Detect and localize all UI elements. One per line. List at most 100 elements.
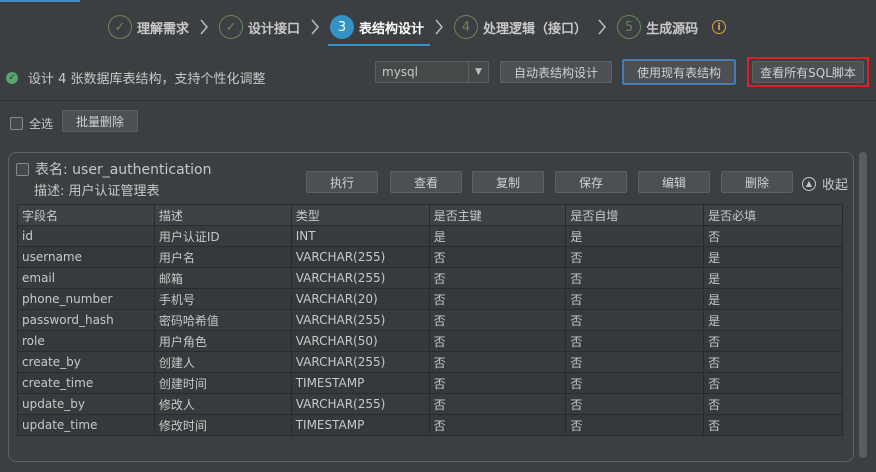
vertical-scrollbar[interactable] <box>859 152 867 458</box>
table-cell: VARCHAR(255) <box>290 309 430 331</box>
table-cell: role <box>17 330 155 352</box>
step-label: 处理逻辑（接口） <box>483 21 588 37</box>
batch-delete-button[interactable]: 批量删除 <box>62 110 138 132</box>
wizard-steps: ✓ 理解需求 ✓ 设计接口 3 表结构设计 4 处理逻辑（接口） 5 生成源码 … <box>108 12 727 46</box>
delete-button[interactable]: 删除 <box>721 171 793 193</box>
table-cell: 用户角色 <box>153 330 292 352</box>
status-row: ✓ 设计 4 张数据库表结构，支持个性化调整 <box>6 68 266 87</box>
step-label: 生成源码 <box>646 21 699 37</box>
table-cell: email <box>17 267 155 289</box>
table-cell: 否 <box>428 351 567 373</box>
table-description: 描述: 用户认证管理表 <box>34 184 160 199</box>
table-row[interactable]: email 邮箱 VARCHAR(255) 否否是 <box>17 267 843 289</box>
execute-button[interactable]: 执行 <box>306 171 378 193</box>
table-cell: 否 <box>428 372 567 394</box>
chevron-right-icon <box>587 19 617 35</box>
collapse-toggle[interactable]: ▲ 收起 <box>802 174 848 193</box>
highlight-frame <box>747 57 869 87</box>
table-cell: VARCHAR(255) <box>290 246 430 268</box>
table-cell: 创建人 <box>153 351 292 373</box>
table-cell: 否 <box>565 288 705 310</box>
table-name: 表名: user_authentication <box>35 162 212 178</box>
status-text: 设计 4 张数据库表结构，支持个性化调整 <box>28 72 266 87</box>
table-cell: create_time <box>17 372 155 394</box>
chevron-right-icon <box>300 19 330 35</box>
info-icon[interactable]: i <box>712 20 727 34</box>
table-row[interactable]: update_by 修改人 VARCHAR(255) 否否否 <box>17 393 843 415</box>
table-cell: 否 <box>703 372 843 394</box>
step-label: 设计接口 <box>248 21 301 37</box>
table-cell: update_by <box>17 393 155 415</box>
table-cell: 是 <box>703 246 843 268</box>
chevron-right-icon <box>424 19 454 35</box>
step-number-badge: 3 <box>330 15 355 39</box>
check-icon: ✓ <box>219 15 244 39</box>
table-cell: 否 <box>428 246 567 268</box>
table-row[interactable]: username 用户名 VARCHAR(255) 否否是 <box>17 246 843 268</box>
divider <box>0 100 876 101</box>
table-cell: update_time <box>17 414 155 436</box>
table-cell: 否 <box>703 225 843 247</box>
use-existing-button[interactable]: 使用现有表结构 <box>622 59 736 85</box>
step-2[interactable]: ✓ 设计接口 <box>219 12 300 42</box>
table-cell: 否 <box>565 309 705 331</box>
collapse-label: 收起 <box>822 178 849 193</box>
table-cell: 否 <box>565 267 705 289</box>
table-cell: create_by <box>17 351 155 373</box>
table-row[interactable]: phone_number 手机号 VARCHAR(20) 否否是 <box>17 288 843 310</box>
table-row[interactable]: update_time 修改时间 TIMESTAMP 否否否 <box>17 414 843 436</box>
table-row[interactable]: create_time 创建时间 TIMESTAMP 否否否 <box>17 372 843 394</box>
auto-design-button[interactable]: 自动表结构设计 <box>500 61 612 83</box>
column-header: 是否必填 <box>703 204 843 226</box>
table-cell: VARCHAR(255) <box>290 267 430 289</box>
chevron-right-icon <box>189 19 219 35</box>
table-cell: 否 <box>428 414 567 436</box>
table-cell: 创建时间 <box>153 372 292 394</box>
step-label: 表结构设计 <box>359 21 425 37</box>
table-row[interactable]: create_by 创建人 VARCHAR(255) 否否否 <box>17 351 843 373</box>
table-cell: VARCHAR(50) <box>290 330 430 352</box>
table-select-checkbox[interactable] <box>16 162 29 176</box>
table-cell: username <box>17 246 155 268</box>
fields-table: 字段名 描述 类型 是否主键 是否自增 是否必填 id 用户认证ID INT 是是否 … <box>17 204 843 436</box>
step-4[interactable]: 4 处理逻辑（接口） <box>454 12 587 42</box>
view-button[interactable]: 查看 <box>390 171 462 193</box>
save-button[interactable]: 保存 <box>555 171 627 193</box>
table-cell: 否 <box>428 267 567 289</box>
edit-button[interactable]: 编辑 <box>638 171 710 193</box>
db-type-select[interactable]: mysql ▼ <box>375 61 489 83</box>
table-cell: 修改时间 <box>153 414 292 436</box>
success-check-icon: ✓ <box>6 71 18 84</box>
dropdown-arrow-icon[interactable]: ▼ <box>468 62 488 82</box>
table-cell: 否 <box>703 414 843 436</box>
table-cell: INT <box>290 225 430 247</box>
table-cell: 否 <box>565 330 705 352</box>
table-cell: 是 <box>565 225 705 247</box>
select-all-row: 全选 <box>10 115 53 132</box>
table-cell: 手机号 <box>153 288 292 310</box>
table-cell: 用户名 <box>153 246 292 268</box>
table-cell: 否 <box>428 330 567 352</box>
copy-button[interactable]: 复制 <box>472 171 544 193</box>
select-all-checkbox[interactable] <box>10 117 23 130</box>
table-cell: 用户认证ID <box>153 225 292 247</box>
table-cell: TIMESTAMP <box>290 414 430 436</box>
table-row[interactable]: role 用户角色 VARCHAR(50) 否否否 <box>17 330 843 352</box>
step-5[interactable]: 5 生成源码 <box>617 12 698 42</box>
table-cell: 是 <box>703 288 843 310</box>
select-all-label: 全选 <box>29 117 54 131</box>
step-3[interactable]: 3 表结构设计 <box>328 12 431 46</box>
step-number-badge: 5 <box>617 15 642 39</box>
column-header: 类型 <box>290 204 430 226</box>
table-name-row: 表名: user_authentication <box>16 159 211 179</box>
table-row[interactable]: password_hash 密码哈希值 VARCHAR(255) 否否是 <box>17 309 843 331</box>
table-cell: 否 <box>565 372 705 394</box>
table-header-row: 字段名 描述 类型 是否主键 是否自增 是否必填 <box>17 204 843 226</box>
check-icon: ✓ <box>108 15 132 39</box>
step-1[interactable]: ✓ 理解需求 <box>108 12 189 42</box>
table-row[interactable]: id 用户认证ID INT 是是否 <box>17 225 843 247</box>
column-header: 是否主键 <box>428 204 567 226</box>
table-cell: 否 <box>428 288 567 310</box>
table-cell: 否 <box>565 414 705 436</box>
step-number-badge: 4 <box>454 15 479 39</box>
